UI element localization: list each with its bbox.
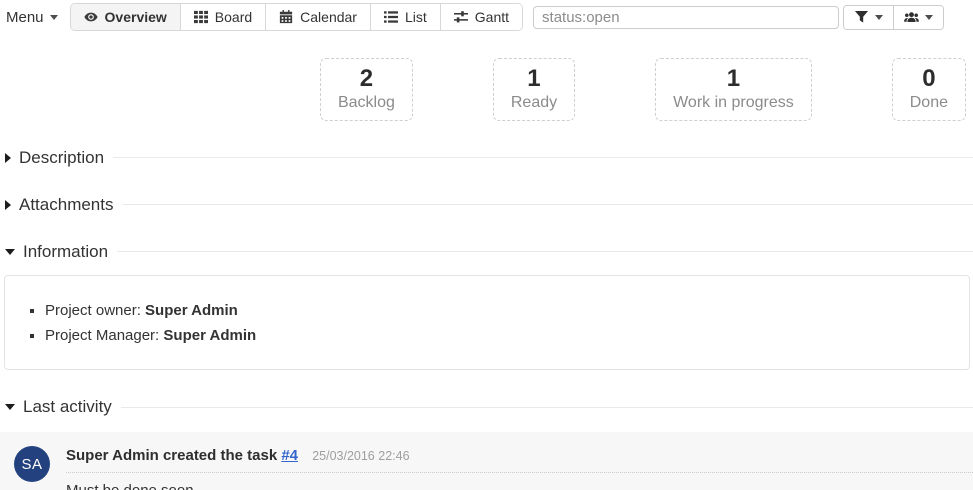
tab-calendar-label: Calendar — [300, 9, 357, 25]
tab-board-label: Board — [215, 9, 252, 25]
expand-arrow-icon — [5, 404, 15, 410]
chevron-down-icon — [50, 15, 58, 20]
filter-dropdown-group — [843, 5, 944, 30]
avatar: SA — [14, 446, 50, 482]
info-label: Project owner: — [45, 302, 141, 319]
users-icon — [904, 10, 919, 25]
activity-title: Super Admin created the task #4 25/03/20… — [66, 447, 973, 473]
section-divider — [123, 204, 973, 205]
column-stats-row: 2 Backlog 1 Ready 1 Work in progress 0 D… — [0, 58, 973, 121]
section-divider — [121, 407, 973, 408]
tab-overview-label: Overview — [105, 9, 167, 25]
info-label: Project Manager: — [45, 327, 159, 344]
section-title: Attachments — [19, 195, 114, 215]
stat-count: 1 — [673, 65, 794, 93]
list-icon — [384, 10, 398, 24]
tab-overview[interactable]: Overview — [71, 4, 180, 30]
users-dropdown-button[interactable] — [893, 6, 943, 29]
stat-count: 0 — [910, 65, 948, 93]
stat-box-backlog: 2 Backlog — [320, 58, 413, 121]
filter-icon — [854, 10, 869, 25]
calendar-icon — [279, 10, 293, 24]
activity-content: Super Admin created the task #4 25/03/20… — [66, 446, 973, 490]
collapse-arrow-icon — [5, 153, 11, 163]
activity-event: SA Super Admin created the task #4 25/03… — [0, 432, 973, 490]
list-item: Project Manager: Super Admin — [45, 323, 969, 349]
section-title: Information — [23, 242, 108, 262]
collapse-arrow-icon — [5, 200, 11, 210]
stat-count: 2 — [338, 65, 395, 93]
activity-timestamp: 25/03/2016 22:46 — [312, 449, 409, 463]
filter-dropdown-button[interactable] — [844, 6, 893, 29]
list-item: Project owner: Super Admin — [45, 298, 969, 324]
tab-board[interactable]: Board — [180, 4, 265, 30]
view-switcher: Overview Board Calendar List Gantt — [70, 3, 524, 31]
stat-label: Done — [910, 94, 948, 112]
information-list: Project owner: Super Admin Project Manag… — [5, 298, 969, 350]
search-input[interactable] — [533, 6, 839, 29]
section-divider — [117, 251, 973, 252]
stat-box-work-in-progress: 1 Work in progress — [655, 58, 812, 121]
stat-label: Ready — [511, 94, 557, 112]
activity-title-text: Super Admin created the task — [66, 447, 277, 464]
chevron-down-icon — [875, 15, 883, 20]
stat-box-done: 0 Done — [892, 58, 966, 121]
section-divider — [113, 157, 973, 158]
tab-list-label: List — [405, 9, 427, 25]
section-header-information[interactable]: Information — [5, 242, 973, 262]
stat-box-ready: 1 Ready — [493, 58, 575, 121]
section-header-description[interactable]: Description — [5, 148, 973, 168]
gantt-icon — [454, 10, 468, 24]
info-value: Super Admin — [163, 327, 256, 344]
section-title: Description — [19, 148, 104, 168]
section-title: Last activity — [23, 397, 112, 417]
eye-icon — [84, 10, 98, 24]
section-header-last-activity[interactable]: Last activity — [5, 397, 973, 417]
menu-label: Menu — [6, 9, 44, 26]
info-value: Super Admin — [145, 302, 238, 319]
tab-gantt[interactable]: Gantt — [440, 4, 522, 30]
stat-label: Work in progress — [673, 94, 794, 112]
expand-arrow-icon — [5, 249, 15, 255]
section-header-attachments[interactable]: Attachments — [5, 195, 973, 215]
stat-count: 1 — [511, 65, 557, 93]
task-link[interactable]: #4 — [281, 447, 298, 464]
menu-button[interactable]: Menu — [6, 9, 58, 26]
activity-comment: Must be done soon — [66, 482, 973, 490]
toolbar: Menu Overview Board Calendar List Gantt — [0, 0, 973, 34]
stat-label: Backlog — [338, 94, 395, 112]
tab-gantt-label: Gantt — [475, 9, 509, 25]
information-panel: Project owner: Super Admin Project Manag… — [4, 275, 970, 371]
tab-calendar[interactable]: Calendar — [265, 4, 370, 30]
board-icon — [194, 10, 208, 24]
chevron-down-icon — [925, 15, 933, 20]
tab-list[interactable]: List — [370, 4, 440, 30]
